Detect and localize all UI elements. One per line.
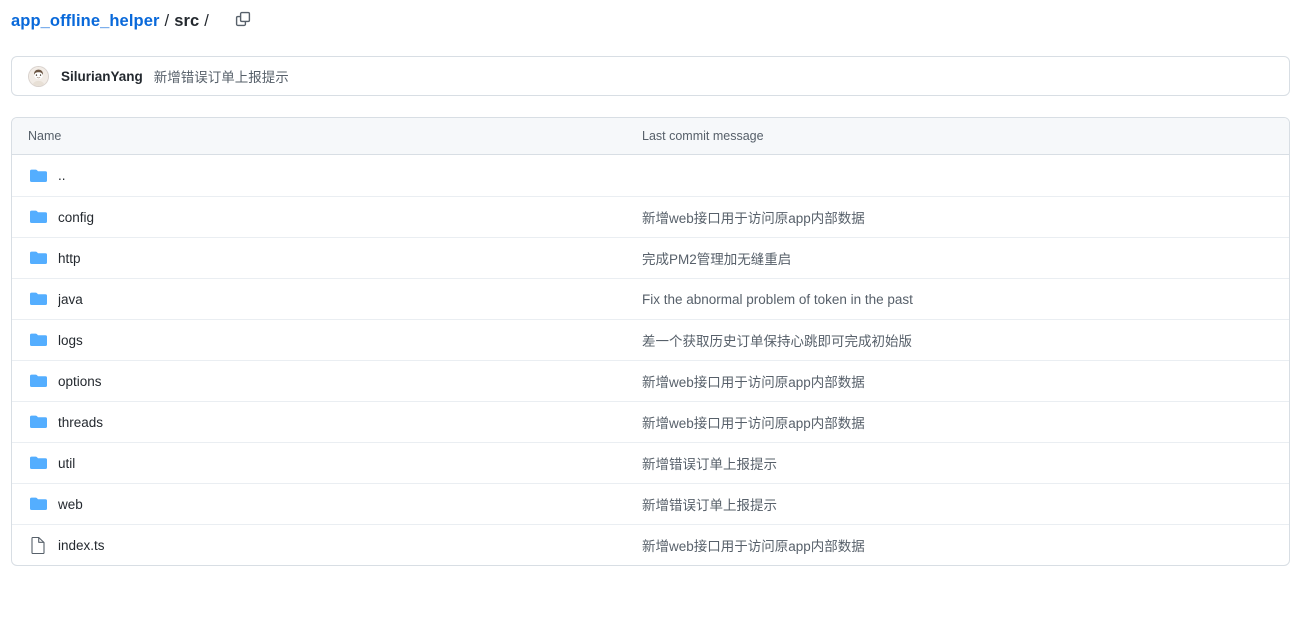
- entry-name-link[interactable]: index.ts: [58, 538, 105, 553]
- folder-icon: [28, 453, 48, 473]
- table-row[interactable]: config 新增web接口用于访问原app内部数据: [12, 196, 1289, 237]
- entry-name-link[interactable]: java: [58, 292, 83, 307]
- cell-last-commit-message[interactable]: 差一个获取历史订单保持心跳即可完成初始版: [642, 330, 1289, 350]
- commit-message[interactable]: 新增错误订单上报提示: [154, 66, 289, 86]
- entry-name-link[interactable]: logs: [58, 333, 83, 348]
- cell-last-commit-message[interactable]: Fix the abnormal problem of token in the…: [642, 292, 1289, 307]
- breadcrumb-separator-1: /: [164, 11, 170, 30]
- table-row[interactable]: options 新增web接口用于访问原app内部数据: [12, 360, 1289, 401]
- cell-last-commit-message[interactable]: 新增web接口用于访问原app内部数据: [642, 412, 1289, 432]
- folder-icon-shape: [29, 210, 47, 223]
- table-row[interactable]: logs 差一个获取历史订单保持心跳即可完成初始版: [12, 319, 1289, 360]
- cell-last-commit-message[interactable]: 新增web接口用于访问原app内部数据: [642, 371, 1289, 391]
- folder-icon-shape: [29, 497, 47, 510]
- cell-name: config: [12, 207, 642, 227]
- entry-name-link[interactable]: web: [58, 497, 83, 512]
- column-header-name: Name: [28, 129, 62, 143]
- table-row[interactable]: threads 新增web接口用于访问原app内部数据: [12, 401, 1289, 442]
- folder-icon: [28, 289, 48, 309]
- cell-name: options: [12, 371, 642, 391]
- cell-last-commit-message[interactable]: 完成PM2管理加无缝重启: [642, 248, 1289, 268]
- table-row[interactable]: util 新增错误订单上报提示: [12, 442, 1289, 483]
- folder-icon-shape: [29, 292, 47, 305]
- cell-name: java: [12, 289, 642, 309]
- avatar[interactable]: [28, 65, 49, 87]
- folder-icon-shape: [29, 374, 47, 387]
- entry-name-link[interactable]: options: [58, 374, 102, 389]
- table-row[interactable]: web 新增错误订单上报提示: [12, 483, 1289, 524]
- table-row[interactable]: ..: [12, 155, 1289, 196]
- cell-last-commit-message[interactable]: 新增错误订单上报提示: [642, 494, 1289, 514]
- folder-icon-shape: [29, 415, 47, 428]
- avatar-image: [29, 66, 48, 86]
- table-body: .. config 新增web接口用于访问原app内部数据 http 完成PM2管理加无…: [12, 155, 1289, 565]
- entry-name-link[interactable]: config: [58, 210, 94, 225]
- folder-icon: [28, 207, 48, 227]
- cell-name: logs: [12, 330, 642, 350]
- cell-name: web: [12, 494, 642, 514]
- latest-commit-bar: SilurianYang 新增错误订单上报提示: [11, 56, 1290, 96]
- file-icon-shape: [31, 536, 45, 554]
- cell-last-commit-message[interactable]: 新增错误订单上报提示: [642, 453, 1289, 473]
- copy-icon: [235, 11, 251, 32]
- entry-name-link[interactable]: util: [58, 456, 75, 471]
- folder-icon: [28, 248, 48, 268]
- breadcrumb-current-folder: src: [174, 11, 200, 30]
- folder-icon-shape: [29, 456, 47, 469]
- file-icon: [28, 535, 48, 555]
- folder-icon: [28, 412, 48, 432]
- file-listing-table: Name Last commit message .. config 新增web接口…: [11, 117, 1290, 566]
- cell-name: http: [12, 248, 642, 268]
- folder-icon-shape: [29, 333, 47, 346]
- cell-last-commit-message[interactable]: 新增web接口用于访问原app内部数据: [642, 207, 1289, 227]
- cell-name: util: [12, 453, 642, 473]
- commit-author-name[interactable]: SilurianYang: [61, 69, 143, 84]
- breadcrumb-separator-2: /: [204, 11, 209, 30]
- table-header-row: Name Last commit message: [12, 118, 1289, 155]
- table-row[interactable]: http 完成PM2管理加无缝重启: [12, 237, 1289, 278]
- breadcrumb-repo-link[interactable]: app_offline_helper: [11, 12, 160, 31]
- folder-icon: [28, 494, 48, 514]
- breadcrumb: app_offline_helper / src /: [11, 8, 254, 34]
- cell-name: ..: [12, 166, 642, 186]
- cell-name: index.ts: [12, 535, 642, 555]
- folder-icon: [28, 166, 48, 186]
- folder-icon-shape: [29, 169, 47, 182]
- cell-name: threads: [12, 412, 642, 432]
- repository-file-browser: app_offline_helper / src / SilurianYang …: [0, 0, 1300, 633]
- entry-name-link[interactable]: ..: [58, 168, 66, 183]
- column-header-last-commit-message: Last commit message: [642, 129, 764, 143]
- folder-icon-shape: [29, 251, 47, 264]
- copy-path-button[interactable]: [232, 10, 254, 32]
- cell-last-commit-message[interactable]: 新增web接口用于访问原app内部数据: [642, 535, 1289, 555]
- table-row[interactable]: index.ts 新增web接口用于访问原app内部数据: [12, 524, 1289, 565]
- entry-name-link[interactable]: threads: [58, 415, 103, 430]
- folder-icon: [28, 330, 48, 350]
- entry-name-link[interactable]: http: [58, 251, 81, 266]
- table-row[interactable]: java Fix the abnormal problem of token in…: [12, 278, 1289, 319]
- folder-icon: [28, 371, 48, 391]
